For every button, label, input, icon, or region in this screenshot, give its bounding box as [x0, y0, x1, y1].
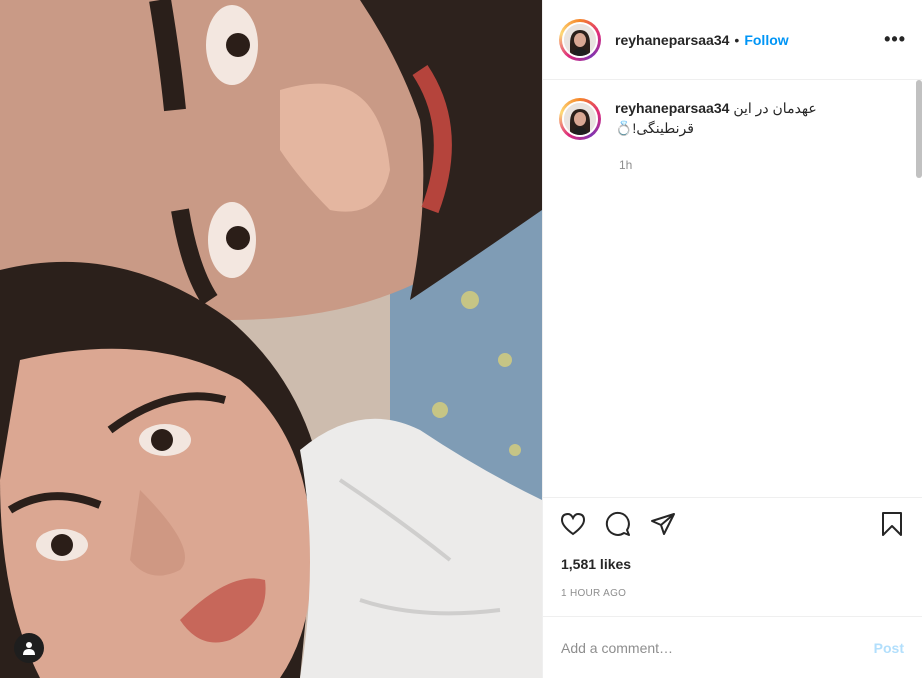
- likes-count[interactable]: 1,581 likes: [543, 553, 922, 575]
- user-tag-icon: [23, 642, 35, 655]
- separator-dot: •: [734, 31, 740, 48]
- save-button[interactable]: [876, 508, 908, 540]
- caption-avatar-image: [564, 103, 596, 135]
- post-timestamp[interactable]: 1 HOUR AGO: [543, 588, 922, 606]
- story-ring[interactable]: [559, 18, 601, 61]
- post-sidebar: reyhaneparsaa34 • Follow ••• reyhanepars…: [542, 0, 922, 678]
- header-username[interactable]: reyhaneparsaa34: [615, 32, 729, 48]
- comment-input[interactable]: [561, 639, 874, 656]
- more-icon[interactable]: •••: [884, 29, 906, 50]
- instagram-post: reyhaneparsaa34 • Follow ••• reyhanepars…: [0, 0, 922, 678]
- heart-icon: [560, 512, 586, 535]
- share-icon: [651, 512, 675, 535]
- share-button[interactable]: [647, 508, 679, 540]
- caption-time[interactable]: 1h: [619, 158, 906, 172]
- caption-avatar[interactable]: [562, 101, 598, 137]
- follow-button[interactable]: Follow: [744, 32, 788, 48]
- like-button[interactable]: [557, 508, 589, 540]
- comment-form: Post: [543, 616, 922, 678]
- comment-button[interactable]: [602, 508, 634, 540]
- post-photo[interactable]: [0, 0, 542, 678]
- caption: reyhaneparsaa34 عهدمان در این قرنطینگی!💍: [615, 98, 855, 140]
- post-comment-button[interactable]: Post: [874, 640, 904, 656]
- user-tag-button[interactable]: [14, 633, 44, 663]
- post-header: reyhaneparsaa34 • Follow •••: [543, 0, 922, 80]
- bookmark-icon: [882, 511, 902, 536]
- comments-area: reyhaneparsaa34 عهدمان در این قرنطینگی!💍…: [543, 80, 922, 497]
- action-bar: [543, 497, 922, 549]
- scrollbar[interactable]: [916, 80, 922, 178]
- avatar[interactable]: [562, 21, 598, 58]
- caption-row: reyhaneparsaa34 عهدمان در این قرنطینگی!💍: [559, 98, 906, 140]
- avatar-image: [564, 23, 596, 56]
- caption-story-ring[interactable]: [559, 98, 601, 140]
- caption-username[interactable]: reyhaneparsaa34: [615, 100, 729, 116]
- comment-icon: [605, 511, 630, 536]
- selfie-image: [0, 0, 542, 678]
